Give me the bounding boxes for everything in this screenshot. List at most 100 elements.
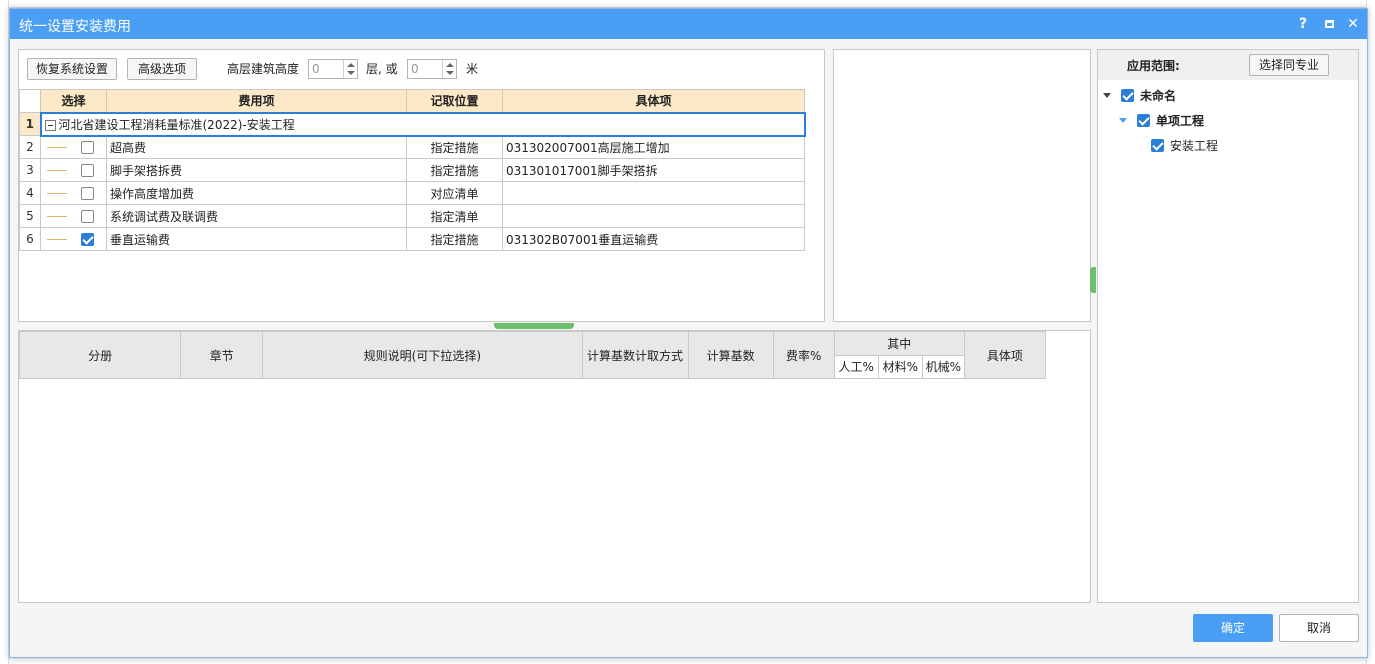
detail-cell[interactable]: 031301017001脚手架搭拆 (502, 158, 805, 182)
table-group-row[interactable]: 1 河北省建设工程消耗量标准(2022)-安装工程 (19, 111, 806, 137)
corner-cell (19, 89, 41, 113)
meters-value: 0 (411, 62, 419, 76)
col-header-chapter: 章节 (180, 331, 264, 379)
rules-table-header: 分册 章节 规则说明(可下拉选择) 计算基数计取方式 计算基数 费率% 其中 具… (18, 331, 1047, 379)
cancel-button[interactable]: 取消 (1279, 614, 1359, 642)
expand-icon[interactable] (1119, 118, 1127, 123)
select-cell[interactable] (40, 158, 107, 182)
floors-stepper[interactable]: 0 (308, 59, 358, 79)
tree-label: 单项工程 (1156, 114, 1205, 128)
detail-cell[interactable] (502, 181, 805, 205)
detail-cell[interactable]: 031302007001高层施工增加 (502, 135, 805, 159)
fee-item-cell[interactable]: 脚手架搭拆费 (106, 158, 407, 182)
fee-items-panel: 恢复系统设置 高级选项 高层建筑高度 0 层, 或 0 米 选择 费用项 记取位… (18, 49, 825, 322)
tree-line (47, 147, 67, 149)
restore-defaults-button[interactable]: 恢复系统设置 (27, 58, 117, 80)
ok-button[interactable]: 确定 (1193, 614, 1273, 642)
table-header-row: 选择 费用项 记取位置 具体项 (19, 89, 805, 113)
col-header-rule: 规则说明(可下拉选择) (262, 331, 583, 379)
row-number: 5 (19, 204, 41, 228)
tree-checkbox[interactable] (1151, 139, 1164, 152)
table-row[interactable]: 6 垂直运输费 指定措施 031302B07001垂直运输费 (19, 227, 805, 251)
rules-panel: 分册 章节 规则说明(可下拉选择) 计算基数计取方式 计算基数 费率% 其中 具… (18, 330, 1091, 603)
dialog-title: 统一设置安装费用 (19, 19, 131, 35)
col-header-detail: 具体项 (502, 89, 805, 113)
maximize-button[interactable] (1319, 14, 1339, 34)
splitter-handle[interactable] (494, 323, 574, 329)
fee-item-cell[interactable]: 超高费 (106, 135, 407, 159)
tree-line (47, 193, 67, 194)
position-cell[interactable]: 指定措施 (406, 158, 503, 182)
select-cell[interactable] (40, 135, 107, 159)
help-button[interactable]: ? (1293, 14, 1313, 34)
row-checkbox[interactable] (81, 164, 94, 177)
maximize-icon (1324, 20, 1334, 28)
row-checkbox[interactable] (81, 210, 94, 223)
group-cell[interactable]: 河北省建设工程消耗量标准(2022)-安装工程 (39, 111, 806, 137)
tree-checkbox[interactable] (1121, 89, 1134, 102)
meters-unit-label: 米 (466, 62, 479, 76)
col-header-volume: 分册 (18, 331, 182, 379)
row-number: 1 (19, 112, 41, 136)
table-row[interactable]: 2 超高费 指定措施 031302007001高层施工增加 (19, 135, 805, 159)
scope-panel: 应用范围: 选择同专业 未命名 单项工程 安装工程 (1097, 49, 1359, 603)
table-row[interactable]: 3 脚手架搭拆费 指定措施 031301017001脚手架搭拆 (19, 158, 805, 182)
col-header-calc-method: 计算基数计取方式 (581, 331, 689, 379)
fee-item-cell[interactable]: 垂直运输费 (106, 227, 407, 251)
col-header-material: 材料% (877, 354, 923, 379)
row-number: 6 (19, 227, 41, 251)
table-row[interactable]: 5 系统调试费及联调费 指定清单 (19, 204, 805, 228)
stepper-arrows-icon[interactable] (442, 60, 456, 78)
col-header-rate: 费率% (772, 331, 835, 379)
row-number: 3 (19, 158, 41, 182)
advanced-options-button[interactable]: 高级选项 (127, 58, 197, 80)
tree-line (47, 216, 67, 217)
tree-checkbox[interactable] (1137, 114, 1150, 127)
group-label: 河北省建设工程消耗量标准(2022)-安装工程 (58, 117, 295, 132)
tree-node-install-project[interactable]: 安装工程 (1151, 137, 1218, 154)
close-button[interactable]: ✕ (1343, 14, 1363, 34)
select-cell[interactable] (40, 227, 107, 251)
position-cell[interactable]: 指定清单 (406, 204, 503, 228)
detail-cell[interactable] (502, 204, 805, 228)
detail-cell[interactable]: 031302B07001垂直运输费 (502, 227, 805, 251)
tree-line (47, 239, 67, 240)
tree-node-root[interactable]: 未命名 (1103, 87, 1176, 104)
col-header-among: 其中 (833, 331, 965, 356)
expand-icon[interactable] (1103, 93, 1111, 98)
col-header-detail: 具体项 (963, 331, 1047, 379)
select-cell[interactable] (40, 204, 107, 228)
building-height-label: 高层建筑高度 (227, 62, 300, 76)
select-cell[interactable] (40, 181, 107, 205)
row-checkbox[interactable] (81, 187, 94, 200)
preview-panel (833, 49, 1091, 322)
background-left-edge (0, 0, 9, 664)
splitter-handle[interactable] (1090, 267, 1096, 293)
position-cell[interactable]: 指定措施 (406, 135, 503, 159)
meters-stepper[interactable]: 0 (407, 59, 457, 79)
position-cell[interactable]: 指定措施 (406, 227, 503, 251)
install-fee-dialog: 统一设置安装费用 ? ✕ 恢复系统设置 高级选项 高层建筑高度 0 层, 或 0… (9, 8, 1368, 658)
background-table-strip (0, 0, 1375, 8)
col-header-calc-base: 计算基数 (687, 331, 774, 379)
fee-item-cell[interactable]: 系统调试费及联调费 (106, 204, 407, 228)
collapse-icon[interactable] (44, 119, 56, 131)
fee-items-table: 选择 费用项 记取位置 具体项 1 河北省建设工程消耗量标准(2022)-安装工… (19, 89, 806, 251)
position-cell[interactable]: 对应清单 (406, 181, 503, 205)
tree-label: 安装工程 (1170, 139, 1219, 153)
stepper-arrows-icon[interactable] (343, 60, 357, 78)
tree-node-single-project[interactable]: 单项工程 (1119, 112, 1204, 129)
floors-unit-label: 层, 或 (366, 62, 398, 76)
col-header-fee-item: 费用项 (106, 89, 407, 113)
row-checkbox[interactable] (81, 233, 94, 246)
tree-line (47, 170, 67, 171)
table-row[interactable]: 4 操作高度增加费 对应清单 (19, 181, 805, 205)
col-header-select: 选择 (40, 89, 107, 113)
scope-label: 应用范围: (1127, 59, 1180, 73)
select-same-specialty-button[interactable]: 选择同专业 (1249, 54, 1329, 76)
col-header-labor: 人工% (833, 354, 879, 379)
col-header-position: 记取位置 (406, 89, 503, 113)
col-header-machine: 机械% (921, 354, 965, 379)
fee-item-cell[interactable]: 操作高度增加费 (106, 181, 407, 205)
row-checkbox[interactable] (81, 141, 94, 155)
